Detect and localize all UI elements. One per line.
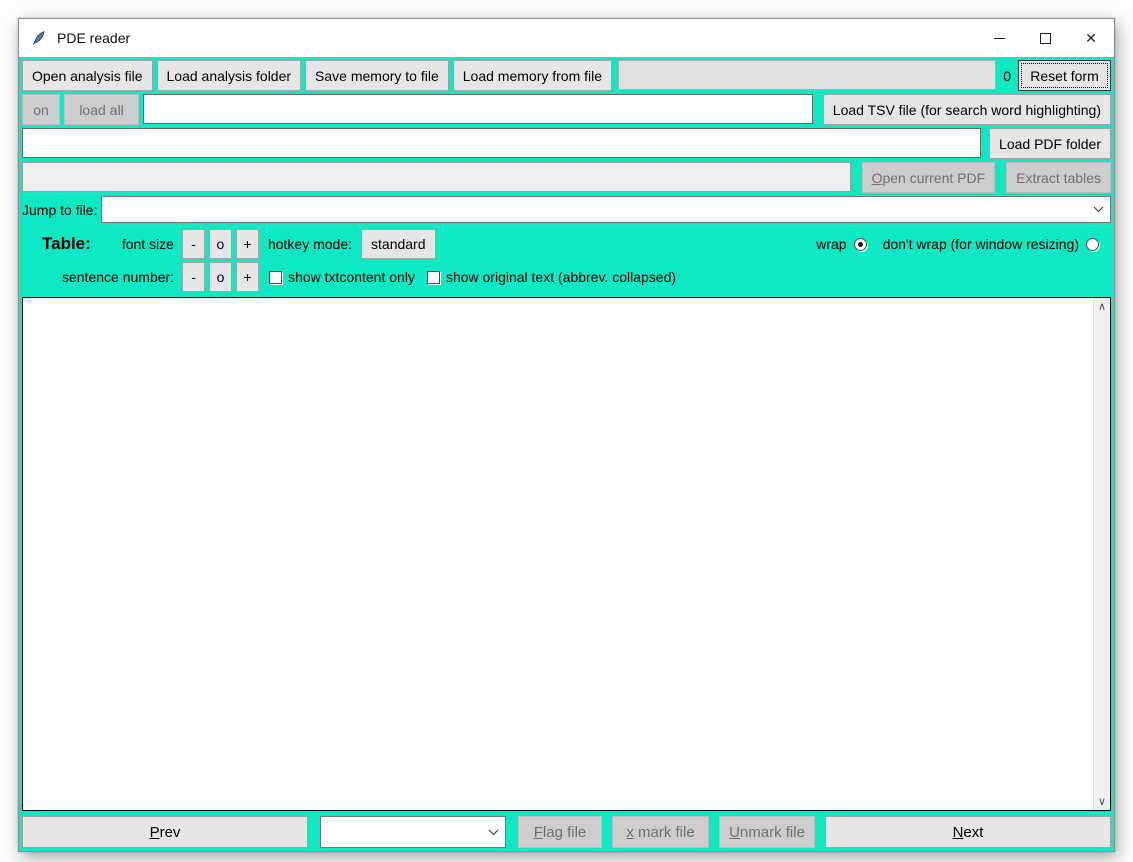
counter-label: 0 <box>1000 60 1014 91</box>
current-pdf-entry[interactable] <box>22 162 851 192</box>
unmark-file-button[interactable]: Unmark file <box>719 816 815 848</box>
sentence-number-reset-button[interactable]: o <box>209 262 232 292</box>
maximize-icon <box>1040 33 1051 44</box>
on-button[interactable]: on <box>22 94 60 125</box>
load-pdf-folder-button[interactable]: Load PDF folder <box>989 128 1111 159</box>
close-icon: ✕ <box>1085 31 1097 45</box>
maximize-button[interactable] <box>1022 19 1068 57</box>
load-all-button[interactable]: load all <box>64 94 139 125</box>
hotkey-mode-button[interactable]: standard <box>361 229 435 259</box>
client-area: Open analysis file Load analysis folder … <box>19 57 1114 851</box>
app-window: PDE reader ✕ Open analysis file Load ana… <box>18 18 1115 852</box>
sentence-number-decrease-button[interactable]: - <box>182 262 205 292</box>
chevron-down-icon <box>1093 206 1104 213</box>
dont-wrap-label: don't wrap (for window resizing) <box>883 229 1079 259</box>
prev-file-button[interactable]: Prev <box>22 816 308 848</box>
scroll-up-icon[interactable]: ∧ <box>1094 298 1111 315</box>
extract-tables-button[interactable]: Extract tables <box>1006 162 1111 193</box>
show-txtcontent-checkbox[interactable]: ✓ <box>269 271 282 284</box>
load-tsv-file-button[interactable]: Load TSV file (for search word highlight… <box>823 94 1111 125</box>
font-size-increase-button[interactable]: + <box>236 229 259 259</box>
font-size-decrease-button[interactable]: - <box>182 229 205 259</box>
load-memory-from-file-button[interactable]: Load memory from file <box>453 60 612 91</box>
pdf-folder-entry[interactable] <box>22 128 981 158</box>
dont-wrap-radio[interactable] <box>1086 238 1099 251</box>
memory-file-entry[interactable] <box>618 60 996 90</box>
x-mark-file-button[interactable]: x mark file <box>612 816 709 848</box>
font-size-label: font size <box>122 229 174 259</box>
show-original-checkbox[interactable]: ✓ <box>427 271 440 284</box>
minimize-button[interactable] <box>976 19 1022 57</box>
minimize-icon <box>994 38 1005 39</box>
table-text-area[interactable] <box>23 298 1093 810</box>
table-section-title: Table: <box>42 229 91 259</box>
search-word-entry[interactable] <box>143 94 813 124</box>
jump-to-file-combobox[interactable] <box>101 196 1111 223</box>
sentence-number-label: sentence number: <box>62 262 174 292</box>
save-memory-to-file-button[interactable]: Save memory to file <box>305 60 449 91</box>
font-size-reset-button[interactable]: o <box>209 229 232 259</box>
python-feather-icon <box>31 30 47 46</box>
open-current-pdf-button[interactable]: Open current PDF <box>862 162 996 193</box>
hotkey-mode-label: hotkey mode: <box>268 229 352 259</box>
window-title: PDE reader <box>57 30 130 46</box>
open-analysis-file-button[interactable]: Open analysis file <box>22 60 153 91</box>
load-analysis-folder-button[interactable]: Load analysis folder <box>157 60 302 91</box>
show-txtcontent-label: show txtcontent only <box>288 262 415 292</box>
show-original-label: show original text (abbrev. collapsed) <box>446 262 676 292</box>
flag-file-button[interactable]: Flag file <box>518 816 602 848</box>
title-bar: PDE reader ✕ <box>19 19 1114 57</box>
file-mark-combobox[interactable] <box>320 816 506 848</box>
jump-to-file-label: Jump to file: <box>22 196 97 223</box>
wrap-label: wrap <box>816 229 846 259</box>
close-button[interactable]: ✕ <box>1068 19 1114 57</box>
wrap-radio[interactable] <box>854 238 867 251</box>
chevron-down-icon <box>488 829 499 836</box>
scroll-down-icon[interactable]: ∨ <box>1094 793 1111 810</box>
reset-form-button[interactable]: Reset form <box>1018 60 1111 91</box>
sentence-number-increase-button[interactable]: + <box>236 262 259 292</box>
next-file-button[interactable]: Next <box>825 816 1111 848</box>
vertical-scrollbar[interactable]: ∧ ∨ <box>1093 298 1110 810</box>
table-content-frame: ∧ ∨ <box>22 297 1111 811</box>
